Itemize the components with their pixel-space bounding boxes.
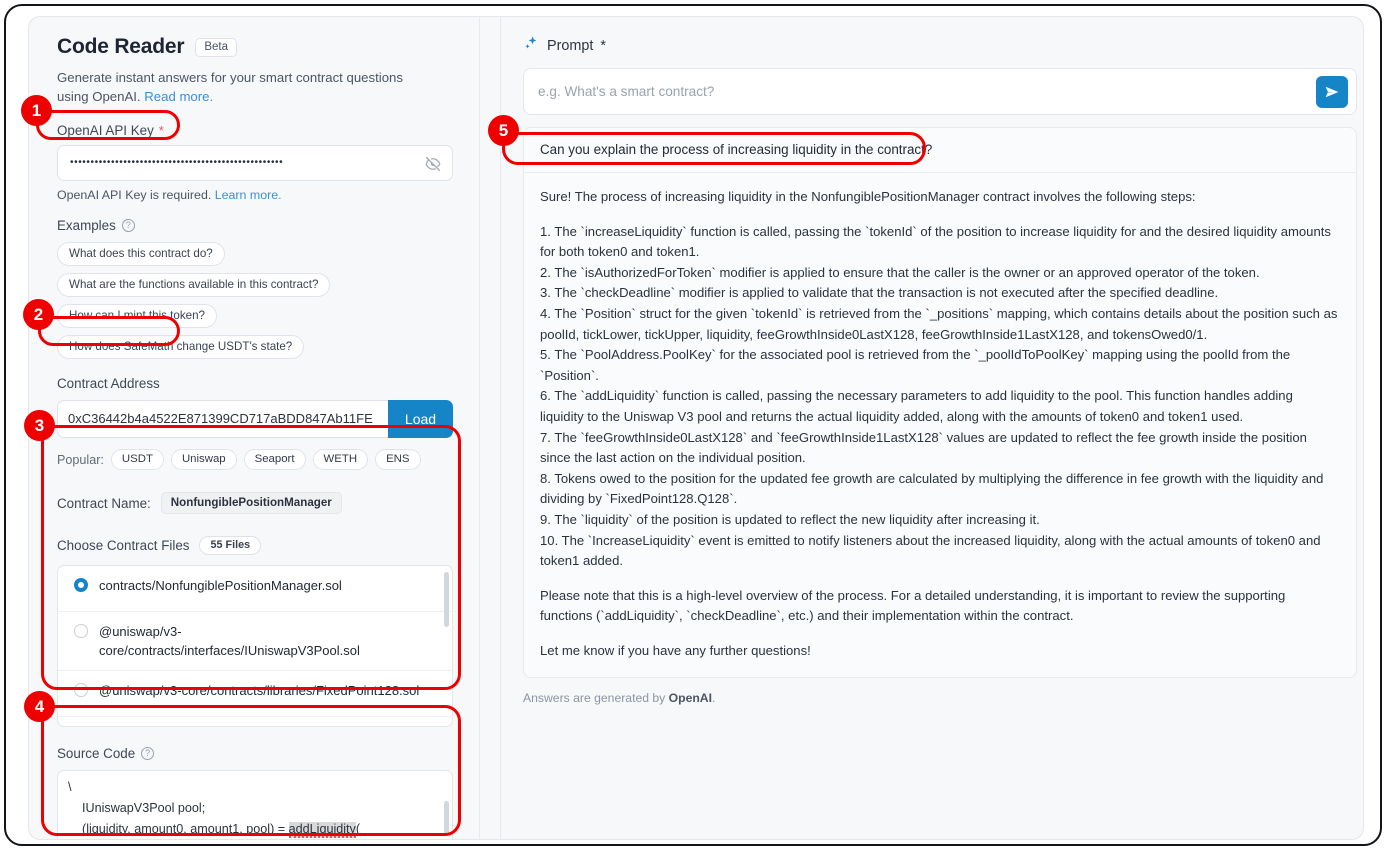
popular-chip-seaport[interactable]: Seaport: [243, 449, 306, 470]
list-item[interactable]: @uniswap/v3-core/contracts/libraries/Fix…: [58, 671, 452, 717]
prompt-input-wrapper[interactable]: e.g. What's a smart contract?: [523, 68, 1357, 115]
footnote-brand: OpenAI: [668, 691, 712, 706]
contract-address-row: 0xC36442b4a4522E871399CD717aBDD847Ab11FE…: [57, 400, 453, 438]
popular-row: Popular: USDT Uniswap Seaport WETH ENS: [57, 449, 455, 470]
popular-chip-uniswap[interactable]: Uniswap: [170, 449, 237, 470]
answer-paragraph: Please note that this is a high-level ov…: [540, 587, 1286, 624]
examples-label-text: Examples: [57, 218, 116, 233]
question-circle-icon[interactable]: ?: [141, 747, 155, 760]
source-code-label: Source Code ?: [57, 746, 455, 761]
answer-footnote: Answers are generated by OpenAI.: [523, 691, 1335, 705]
beta-badge: Beta: [195, 37, 238, 57]
contract-name-row: Contract Name: NonfungiblePositionManage…: [57, 492, 455, 514]
example-chip[interactable]: How can I mint this token?: [57, 304, 217, 328]
popular-chip-ens[interactable]: ENS: [375, 449, 421, 470]
code-line: (liquidity, amount0, amount1, pool) =: [68, 822, 289, 836]
code-line: (: [355, 822, 361, 836]
assistant-answer: Sure! The process of increasing liquidit…: [524, 173, 1356, 677]
api-key-value: ••••••••••••••••••••••••••••••••••••••••…: [70, 157, 284, 168]
screenshot-root: Code Reader Beta Generate instant answer…: [0, 0, 1386, 850]
source-code-viewer[interactable]: \ IUniswapV3Pool pool; (liquidity, amoun…: [57, 770, 453, 839]
source-code-label-text: Source Code: [57, 746, 136, 761]
popular-label: Popular:: [57, 452, 104, 467]
panel-divider: [479, 17, 480, 839]
source-code-scrollbar[interactable]: [444, 801, 449, 835]
api-key-label-text: OpenAI API Key: [57, 123, 154, 138]
header-row: Code Reader Beta: [57, 35, 455, 59]
files-header: Choose Contract Files 55 Files: [57, 536, 455, 555]
annotation-number: 5: [498, 120, 509, 140]
annotation-number: 2: [33, 304, 44, 324]
learn-more-link[interactable]: Learn more.: [215, 188, 282, 202]
example-chip[interactable]: How does SafeMath change USDT's state?: [57, 335, 305, 359]
radio-icon[interactable]: [74, 683, 88, 697]
contract-address-label-text: Contract Address: [57, 376, 160, 391]
api-key-helper-text: OpenAI API Key is required.: [57, 188, 215, 202]
contract-address-input[interactable]: 0xC36442b4a4522E871399CD717aBDD847Ab11FE: [57, 400, 388, 438]
prompt-label: Prompt: [547, 38, 594, 54]
code-highlight: addLiquidity: [288, 822, 356, 838]
api-key-required-mark: *: [158, 123, 164, 138]
question-circle-icon[interactable]: ?: [121, 219, 135, 232]
annotation-badge-5: 5: [488, 115, 519, 146]
examples-label: Examples ?: [57, 218, 455, 233]
user-question: Can you explain the process of increasin…: [524, 128, 1356, 173]
file-list-scrollbar[interactable]: [444, 572, 449, 627]
load-button[interactable]: Load: [388, 400, 453, 438]
subtitle-text: Generate instant answers for your smart …: [57, 70, 403, 104]
example-chip[interactable]: What are the functions available in this…: [57, 273, 331, 297]
sparkles-icon: [523, 35, 540, 57]
example-chip[interactable]: What does this contract do?: [57, 242, 225, 266]
right-panel: Prompt * e.g. What's a smart contract? C…: [501, 17, 1363, 839]
footnote-post: .: [712, 691, 716, 706]
left-panel: Code Reader Beta Generate instant answer…: [29, 17, 479, 839]
annotation-number: 4: [34, 696, 45, 716]
contract-file-list[interactable]: contracts/NonfungiblePositionManager.sol…: [57, 565, 453, 727]
api-key-input[interactable]: ••••••••••••••••••••••••••••••••••••••••…: [57, 145, 453, 181]
list-item[interactable]: @uniswap/v3-core/contracts/interfaces/IU…: [58, 612, 452, 671]
browser-frame: Code Reader Beta Generate instant answer…: [4, 4, 1382, 846]
annotation-badge-1: 1: [21, 95, 52, 126]
annotation-badge-2: 2: [23, 299, 54, 330]
radio-selected-icon[interactable]: [74, 578, 88, 592]
code-line: \: [68, 780, 72, 794]
read-more-link[interactable]: Read more.: [144, 89, 213, 104]
list-item[interactable]: contracts/NonfungiblePositionManager.sol: [58, 566, 452, 612]
answer-paragraph: Let me know if you have any further ques…: [540, 642, 811, 658]
answer-paragraph: Sure! The process of increasing liquidit…: [540, 189, 1196, 204]
annotation-number: 3: [34, 415, 45, 435]
page-title: Code Reader: [57, 35, 185, 58]
conversation-card: Can you explain the process of increasin…: [523, 127, 1357, 679]
prompt-input-placeholder: e.g. What's a smart contract?: [538, 84, 715, 99]
contract-name-value: NonfungiblePositionManager: [160, 492, 342, 514]
contract-name-label: Contract Name:: [57, 495, 151, 511]
file-name: @uniswap/v3-core/contracts/libraries/Fix…: [99, 683, 420, 698]
source-code-content: \ IUniswapV3Pool pool; (liquidity, amoun…: [68, 777, 442, 839]
files-count-badge: 55 Files: [199, 536, 262, 555]
file-name: @uniswap/v3-core/contracts/interfaces/IU…: [99, 624, 360, 658]
answer-paragraph: 1. The `increaseLiquidity` function is c…: [540, 223, 1338, 569]
popular-chip-weth[interactable]: WETH: [312, 449, 369, 470]
file-name: contracts/NonfungiblePositionManager.sol: [99, 578, 342, 593]
eye-off-icon[interactable]: [424, 155, 442, 173]
api-key-label: OpenAI API Key *: [57, 123, 455, 138]
example-chips: What does this contract do? What are the…: [57, 242, 461, 359]
radio-icon[interactable]: [74, 624, 88, 638]
list-item[interactable]: @uniswap/v3-core/contracts/libraries/Ful…: [58, 717, 452, 726]
contract-address-label: Contract Address: [57, 376, 455, 391]
prompt-header: Prompt *: [523, 35, 1335, 57]
popular-chip-usdt[interactable]: USDT: [110, 449, 164, 470]
code-line: IUniswapV3Pool pool;: [68, 801, 206, 815]
send-icon: [1325, 86, 1339, 98]
annotation-number: 1: [31, 100, 42, 120]
app-card: Code Reader Beta Generate instant answer…: [28, 16, 1364, 840]
annotation-badge-3: 3: [24, 410, 55, 441]
footnote-pre: Answers are generated by: [523, 691, 669, 706]
api-key-helper: OpenAI API Key is required. Learn more.: [57, 188, 455, 202]
page-subtitle: Generate instant answers for your smart …: [57, 68, 429, 106]
files-label: Choose Contract Files: [57, 538, 190, 553]
annotation-badge-4: 4: [24, 691, 55, 722]
prompt-required-mark: *: [600, 38, 606, 54]
send-button[interactable]: [1316, 76, 1348, 108]
